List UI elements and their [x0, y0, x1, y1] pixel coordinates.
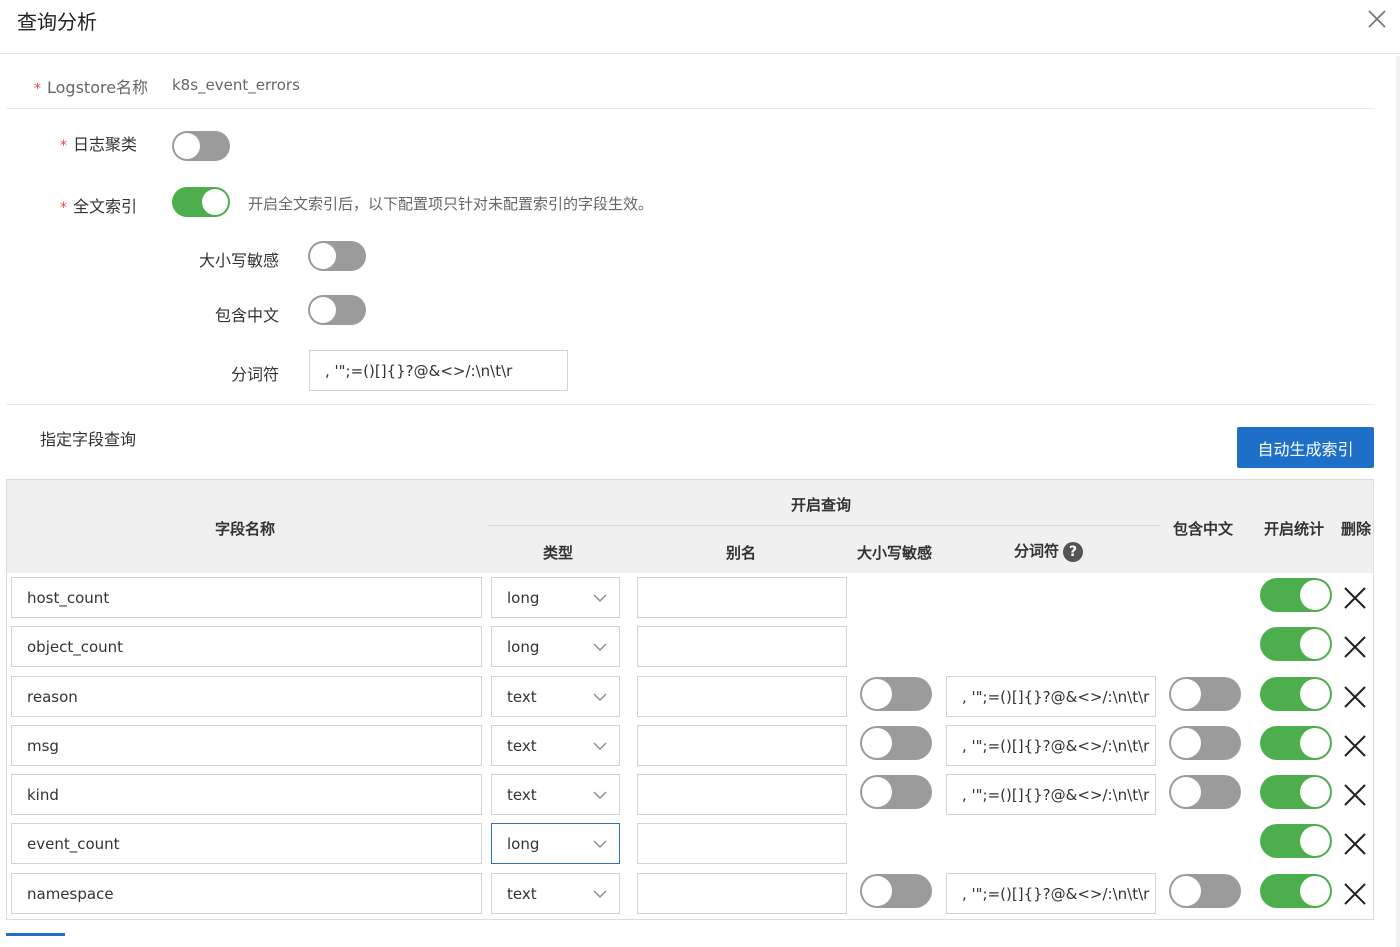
- case-switch[interactable]: [308, 241, 366, 271]
- chevron-down-icon: [593, 594, 607, 602]
- case-switch[interactable]: [860, 775, 932, 809]
- tokenizer-input[interactable]: , '";=()[]{}?@&<>/:\n\t\r: [946, 774, 1156, 815]
- alias-input[interactable]: [637, 823, 847, 864]
- tokenizer-input[interactable]: , '";=()[]{}?@&<>/:\n\t\r: [946, 873, 1156, 914]
- type-select[interactable]: text: [491, 676, 620, 717]
- chevron-down-icon: [593, 742, 607, 750]
- delete-icon[interactable]: [1342, 585, 1368, 611]
- chinese-switch[interactable]: [308, 295, 366, 325]
- th-alias: 别名: [726, 544, 757, 562]
- stats-switch[interactable]: [1260, 775, 1332, 809]
- case-switch[interactable]: [860, 874, 932, 908]
- auto-generate-index-button[interactable]: 自动生成索引: [1237, 427, 1374, 468]
- divider: [6, 108, 1375, 109]
- tokenizer-input[interactable]: , '";=()[]{}?@&<>/:\n\t\r: [309, 350, 568, 391]
- divider: [6, 404, 1375, 405]
- th-stats: 开启统计: [1264, 520, 1325, 538]
- close-icon[interactable]: [1364, 6, 1390, 32]
- section-label: 指定字段查询: [40, 430, 137, 449]
- th-enable-query: 开启查询: [791, 496, 852, 514]
- th-field-name: 字段名称: [215, 520, 276, 538]
- tokenizer-label: 分词符: [231, 365, 280, 384]
- help-icon[interactable]: ?: [1063, 541, 1084, 562]
- tokenizer-input[interactable]: , '";=()[]{}?@&<>/:\n\t\r: [946, 725, 1156, 766]
- type-select[interactable]: text: [491, 774, 620, 815]
- delete-icon[interactable]: [1342, 831, 1368, 857]
- fulltext-switch[interactable]: [172, 187, 230, 217]
- stats-switch[interactable]: [1260, 874, 1332, 908]
- type-select[interactable]: long: [491, 823, 620, 864]
- delete-icon[interactable]: [1342, 733, 1368, 759]
- alias-input[interactable]: [637, 577, 847, 618]
- fulltext-hint: 开启全文索引后，以下配置项只针对未配置索引的字段生效。: [248, 195, 654, 213]
- field-name-input[interactable]: namespace: [11, 873, 482, 914]
- log-cluster-label: * 日志聚类: [60, 135, 138, 154]
- alias-input[interactable]: [637, 774, 847, 815]
- field-name-input[interactable]: event_count: [11, 823, 482, 864]
- chevron-down-icon: [593, 693, 607, 701]
- field-name-input[interactable]: kind: [11, 774, 482, 815]
- chinese-switch[interactable]: [1169, 677, 1241, 711]
- stats-switch[interactable]: [1260, 677, 1332, 711]
- stats-switch[interactable]: [1260, 824, 1332, 858]
- scrollbar[interactable]: [1396, 56, 1400, 947]
- field-name-input[interactable]: msg: [11, 725, 482, 766]
- case-label: 大小写敏感: [199, 251, 280, 270]
- th-case: 大小写敏感: [857, 544, 933, 562]
- type-select[interactable]: long: [491, 626, 620, 667]
- stats-switch[interactable]: [1260, 578, 1332, 612]
- tokenizer-input[interactable]: , '";=()[]{}?@&<>/:\n\t\r: [946, 676, 1156, 717]
- delete-icon[interactable]: [1342, 782, 1368, 808]
- case-switch[interactable]: [860, 677, 932, 711]
- log-cluster-switch[interactable]: [172, 131, 230, 161]
- th-delete: 删除: [1341, 520, 1372, 538]
- th-tokenizer: 分词符?: [1014, 540, 1084, 562]
- header-divider: [487, 525, 1160, 526]
- chinese-switch[interactable]: [1169, 775, 1241, 809]
- field-name-input[interactable]: reason: [11, 676, 482, 717]
- alias-input[interactable]: [637, 725, 847, 766]
- fulltext-label: * 全文索引: [60, 197, 138, 216]
- alias-input[interactable]: [637, 676, 847, 717]
- type-select[interactable]: text: [491, 725, 620, 766]
- type-select[interactable]: long: [491, 577, 620, 618]
- chinese-label: 包含中文: [215, 306, 280, 325]
- alias-input[interactable]: [637, 873, 847, 914]
- stats-switch[interactable]: [1260, 726, 1332, 760]
- chevron-down-icon: [593, 643, 607, 651]
- table-header: [7, 480, 1373, 573]
- th-chinese: 包含中文: [1173, 520, 1234, 538]
- chinese-switch[interactable]: [1169, 874, 1241, 908]
- dialog-header: 查询分析: [0, 0, 1400, 54]
- dialog-title: 查询分析: [17, 10, 97, 34]
- delete-icon[interactable]: [1342, 634, 1368, 660]
- chevron-down-icon: [593, 791, 607, 799]
- delete-icon[interactable]: [1342, 881, 1368, 907]
- alias-input[interactable]: [637, 626, 847, 667]
- field-name-input[interactable]: object_count: [11, 626, 482, 667]
- chevron-down-icon: [593, 890, 607, 898]
- case-switch[interactable]: [860, 726, 932, 760]
- type-select[interactable]: text: [491, 873, 620, 914]
- bottom-tab-indicator: [6, 933, 65, 947]
- field-name-input[interactable]: host_count: [11, 577, 482, 618]
- stats-switch[interactable]: [1260, 627, 1332, 661]
- delete-icon[interactable]: [1342, 684, 1368, 710]
- logstore-label: * Logstore名称: [34, 78, 149, 97]
- logstore-value: k8s_event_errors: [172, 76, 300, 94]
- th-type: 类型: [543, 544, 574, 562]
- chevron-down-icon: [593, 840, 607, 848]
- chinese-switch[interactable]: [1169, 726, 1241, 760]
